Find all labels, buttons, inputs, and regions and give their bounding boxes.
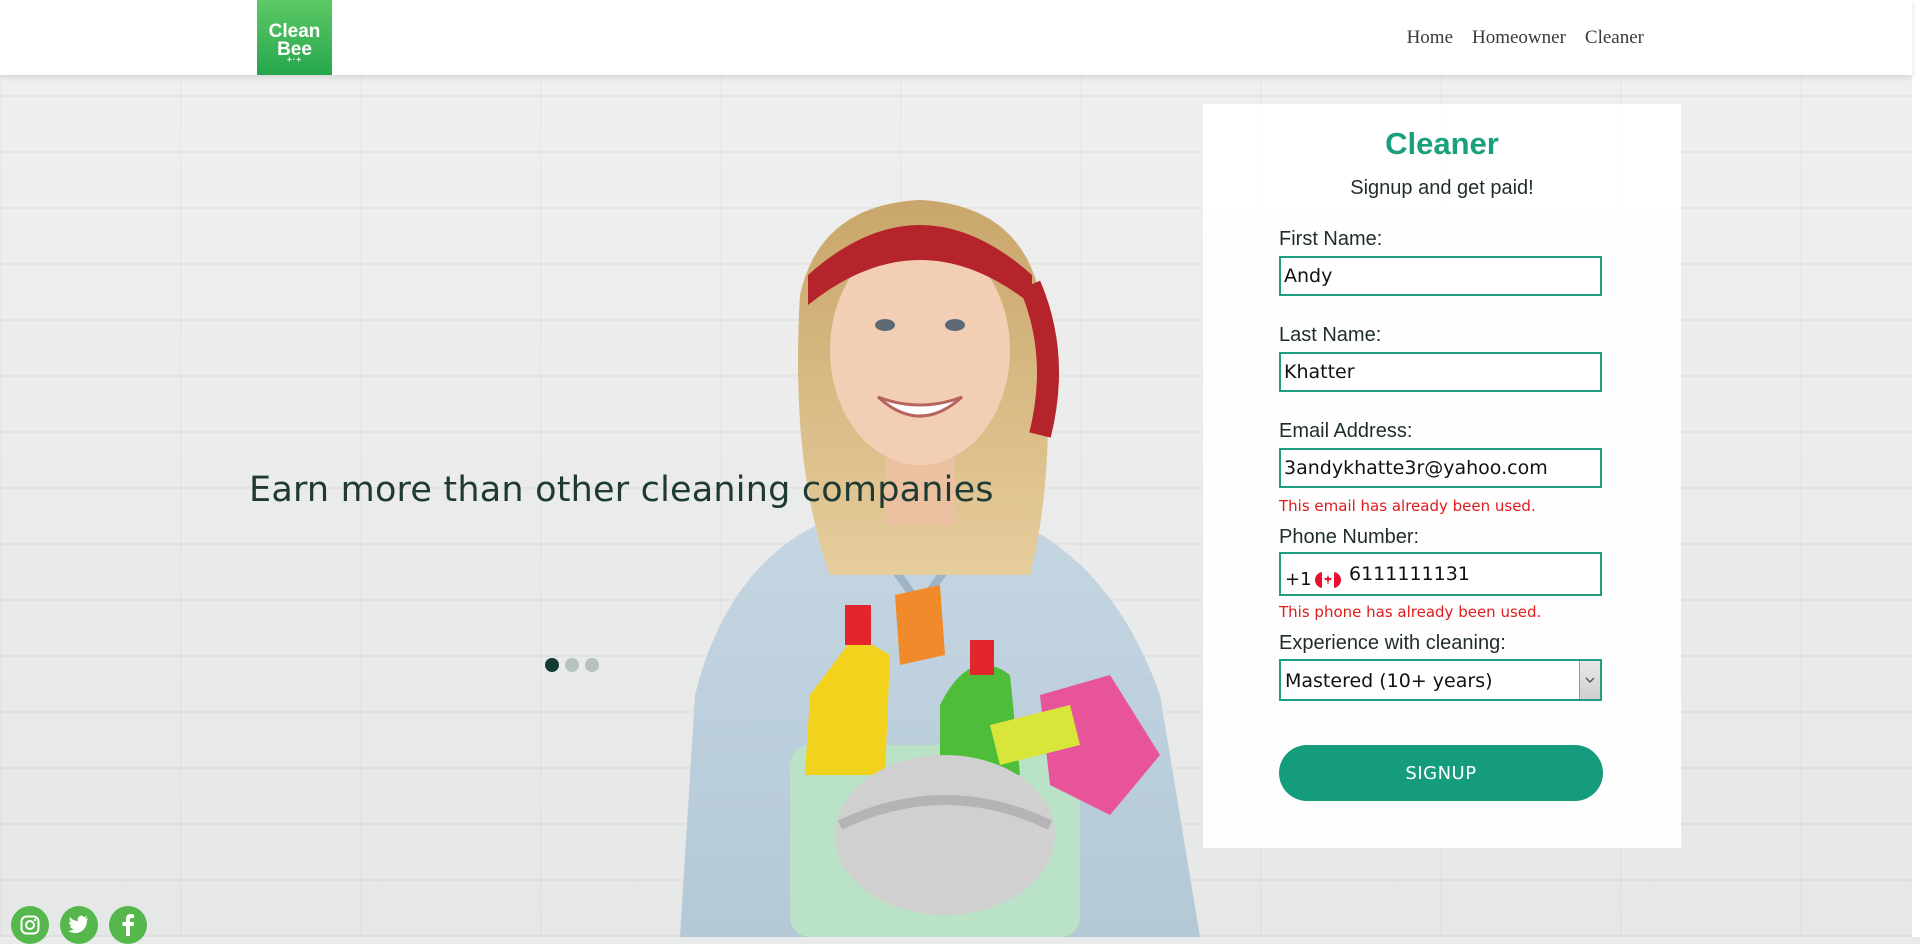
chevron-down-icon[interactable]	[1579, 661, 1600, 699]
experience-selected-value: Mastered (10+ years)	[1285, 670, 1493, 692]
phone-country-code[interactable]: +1	[1285, 569, 1312, 590]
phone-input[interactable]	[1349, 560, 1589, 588]
last-name-input[interactable]	[1279, 352, 1602, 392]
twitter-icon[interactable]	[60, 906, 98, 944]
email-error: This email has already been used.	[1279, 497, 1536, 515]
nav-homeowner-link[interactable]: Homeowner	[1472, 27, 1566, 49]
carousel-dot-3[interactable]	[585, 658, 599, 672]
carousel-dots	[545, 658, 599, 672]
instagram-icon[interactable]	[11, 906, 49, 944]
clean-bee-logo[interactable]: Clean Bee +·+	[257, 0, 332, 75]
first-name-label: First Name:	[1279, 228, 1383, 250]
page-scrollbar[interactable]	[1912, 0, 1920, 937]
top-header: Clean Bee +·+ Home Homeowner Cleaner	[0, 0, 1912, 75]
facebook-icon[interactable]	[109, 906, 147, 944]
first-name-input[interactable]	[1279, 256, 1602, 296]
last-name-label: Last Name:	[1279, 324, 1382, 346]
phone-label: Phone Number:	[1279, 526, 1420, 548]
main-nav: Home Homeowner Cleaner	[1407, 27, 1644, 49]
experience-label: Experience with cleaning:	[1279, 632, 1506, 654]
nav-home-link[interactable]: Home	[1407, 27, 1453, 49]
hero-photo	[680, 200, 1200, 937]
hero-headline: Earn more than other cleaning companies	[249, 470, 994, 510]
form-title: Cleaner	[1385, 126, 1499, 161]
logo-sparkle: +·+	[286, 55, 302, 64]
carousel-dot-1[interactable]	[545, 658, 559, 672]
experience-select[interactable]: Mastered (10+ years)	[1279, 659, 1602, 701]
form-subtitle: Signup and get paid!	[1350, 177, 1534, 199]
signup-button[interactable]: SIGNUP	[1279, 745, 1603, 801]
phone-field[interactable]: +1	[1279, 552, 1602, 596]
phone-error: This phone has already been used.	[1279, 603, 1542, 621]
cleaner-signup-form: Cleaner Signup and get paid! First Name:…	[1203, 104, 1681, 848]
canada-flag-icon[interactable]	[1315, 572, 1341, 588]
email-input[interactable]	[1279, 448, 1602, 488]
email-label: Email Address:	[1279, 420, 1413, 442]
carousel-dot-2[interactable]	[565, 658, 579, 672]
nav-cleaner-link[interactable]: Cleaner	[1585, 27, 1644, 49]
